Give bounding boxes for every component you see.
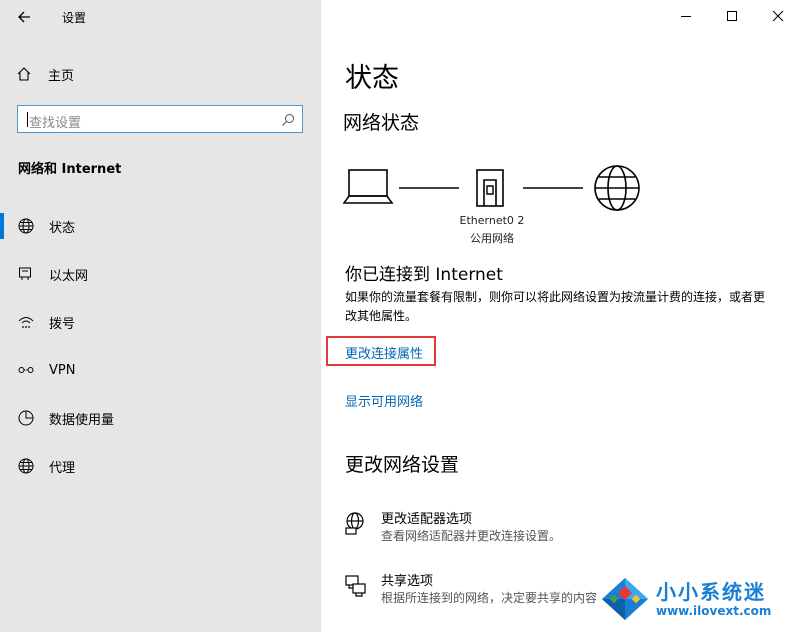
sidebar-item-proxy[interactable]: 代理 xyxy=(0,446,321,486)
sidebar-item-dialup[interactable]: 拨号 xyxy=(0,302,321,342)
adapter-icon xyxy=(345,512,364,535)
option-description: 查看网络适配器并更改连接设置。 xyxy=(381,529,562,543)
globe-icon xyxy=(17,217,35,235)
network-diagram xyxy=(343,165,640,211)
search-input[interactable]: 查找设置 xyxy=(17,105,303,133)
close-icon xyxy=(772,10,784,22)
window-title: 设置 xyxy=(62,11,87,25)
page-title: 状态 xyxy=(345,63,399,94)
data-usage-icon xyxy=(17,409,35,427)
main-panel: 状态 网络状态 Ethernet0 2 公用网络 你已连接到 Internet … xyxy=(321,0,802,632)
adapter-options-item[interactable]: 更改适配器选项 查看网络适配器并更改连接设置。 xyxy=(343,508,783,548)
dialup-icon xyxy=(17,313,35,331)
ethernet-port-icon xyxy=(476,169,504,207)
sidebar-item-label: 数据使用量 xyxy=(49,412,115,428)
close-button[interactable] xyxy=(755,0,801,32)
vpn-icon xyxy=(17,361,35,379)
minimize-button[interactable] xyxy=(663,0,709,32)
sidebar-item-label: 拨号 xyxy=(49,316,76,332)
watermark-url: www.ilovext.com xyxy=(656,604,772,618)
network-type: 公用网络 xyxy=(470,232,514,245)
search-placeholder: 查找设置 xyxy=(29,116,82,131)
home-icon xyxy=(17,67,31,81)
watermark-logo-icon xyxy=(602,578,648,620)
sharing-icon xyxy=(345,575,366,597)
option-title: 共享选项 xyxy=(381,574,434,589)
search-icon[interactable] xyxy=(280,112,296,128)
sidebar-item-label: 状态 xyxy=(49,220,76,236)
option-description: 根据所连接到的网络，决定要共享的内容 xyxy=(381,591,598,605)
sidebar-item-label: VPN xyxy=(49,362,76,378)
back-arrow-icon xyxy=(18,11,30,23)
back-button[interactable] xyxy=(14,6,36,28)
selection-indicator xyxy=(0,213,4,239)
maximize-button[interactable] xyxy=(709,0,755,32)
laptop-icon xyxy=(343,169,394,204)
sidebar-item-status[interactable]: 状态 xyxy=(0,206,321,246)
maximize-icon xyxy=(727,11,737,21)
option-title: 更改适配器选项 xyxy=(381,512,473,527)
sidebar-item-data-usage[interactable]: 数据使用量 xyxy=(0,398,321,438)
watermark: 小小系统迷 www.ilovext.com xyxy=(598,574,788,624)
globe-icon xyxy=(17,457,35,475)
network-status-heading: 网络状态 xyxy=(343,112,420,134)
sidebar-item-label: 代理 xyxy=(49,460,76,476)
sidebar-item-label: 以太网 xyxy=(49,268,89,284)
watermark-brand: 小小系统迷 xyxy=(656,580,766,604)
change-network-settings-heading: 更改网络设置 xyxy=(345,454,460,476)
show-available-networks-link[interactable]: 显示可用网络 xyxy=(345,391,423,410)
adapter-name: Ethernet0 2 xyxy=(459,214,525,227)
home-label: 主页 xyxy=(48,68,75,84)
sidebar-item-home[interactable]: 主页 xyxy=(16,64,74,84)
sidebar: 设置 主页 查找设置 网络和 Internet 状态 以太网 拨号 VPN 数据… xyxy=(0,0,321,632)
change-connection-properties-link[interactable]: 更改连接属性 xyxy=(345,343,423,362)
sidebar-item-ethernet[interactable]: 以太网 xyxy=(0,254,321,294)
connection-status: 你已连接到 Internet xyxy=(345,265,503,285)
internet-globe-icon xyxy=(594,165,640,211)
ethernet-icon xyxy=(17,265,35,283)
section-title: 网络和 Internet xyxy=(18,162,122,177)
minimize-icon xyxy=(681,16,691,17)
text-caret xyxy=(27,112,28,127)
sidebar-item-vpn[interactable]: VPN xyxy=(0,350,321,390)
connection-description: 如果你的流量套餐有限制，则你可以将此网络设置为按流量计费的连接，或者更改其他属性… xyxy=(345,290,766,323)
